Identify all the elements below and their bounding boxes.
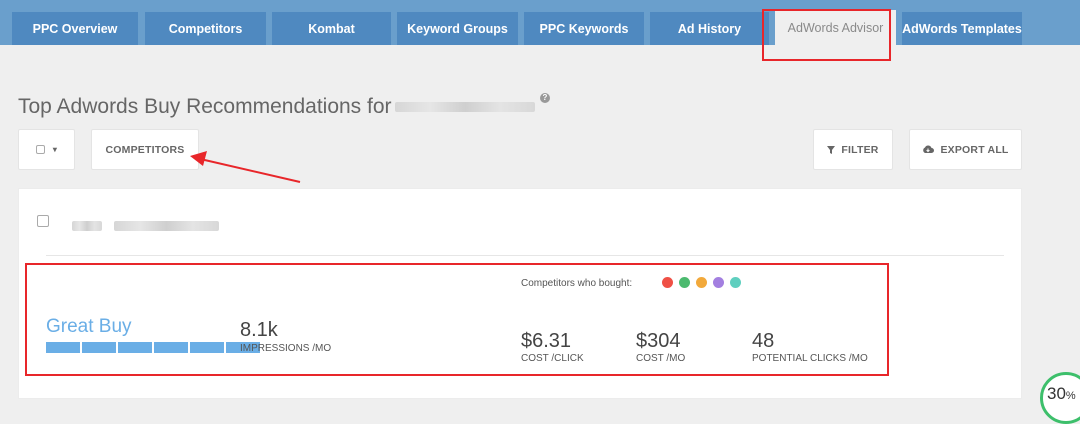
filter-button[interactable]: FILTER — [813, 129, 893, 170]
export-all-button[interactable]: EXPORT ALL — [909, 129, 1022, 170]
export-all-button-label: EXPORT ALL — [940, 143, 1009, 156]
redacted-domain — [394, 102, 535, 113]
tab-ad-history[interactable]: Ad History — [650, 12, 769, 45]
tab-adwords-templates[interactable]: AdWords Templates — [902, 12, 1022, 45]
annotation-arrow-icon — [190, 151, 301, 183]
tab-ppc-keywords[interactable]: PPC Keywords — [524, 12, 644, 45]
highlight-tab-box — [762, 9, 891, 61]
redacted-site-name — [72, 217, 220, 235]
filter-icon — [827, 145, 836, 154]
filter-button-label: FILTER — [841, 143, 879, 156]
card-divider — [46, 255, 1004, 256]
highlight-row-box — [25, 263, 889, 376]
tab-keyword-groups[interactable]: Keyword Groups — [397, 12, 518, 45]
cloud-download-icon — [923, 145, 935, 153]
row-checkbox[interactable] — [37, 215, 49, 227]
progress-value: 30% — [1047, 384, 1076, 403]
help-icon[interactable]: ? — [540, 93, 550, 103]
